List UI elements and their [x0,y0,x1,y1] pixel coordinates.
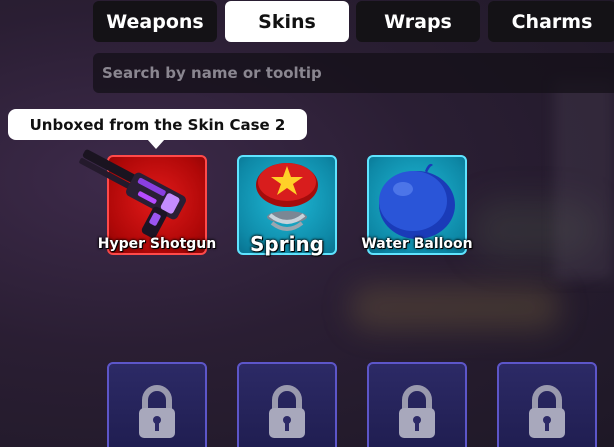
item-name: Spring [250,232,324,256]
item-card-hyper-shotgun[interactable]: Hyper Shotgun [79,149,216,255]
item-card-water-balloon[interactable]: Water Balloon [361,155,473,255]
tab-skins[interactable]: Skins [225,1,349,42]
tab-charms[interactable]: Charms [488,1,614,42]
lock-icon [529,385,565,438]
item-card-locked[interactable] [237,362,337,447]
lock-icon [399,385,435,438]
item-name: Water Balloon [361,236,473,252]
background-glow [350,285,560,330]
background-panel [554,80,614,280]
item-tooltip: Unboxed from the Skin Case 2 [8,109,307,140]
item-card-spring[interactable]: Spring [237,155,337,256]
tab-wraps[interactable]: Wraps [356,1,480,42]
item-name: Hyper Shotgun [97,236,217,252]
item-card-locked[interactable] [497,362,597,447]
search-input[interactable] [102,64,614,82]
tab-weapons[interactable]: Weapons [93,1,217,42]
item-card-locked[interactable] [107,362,207,447]
item-card-locked[interactable] [367,362,467,447]
shotgun-icon [79,149,186,238]
search-bar [93,53,614,93]
lock-icon [139,385,175,438]
lock-icon [269,385,305,438]
tooltip-arrow [147,139,165,149]
